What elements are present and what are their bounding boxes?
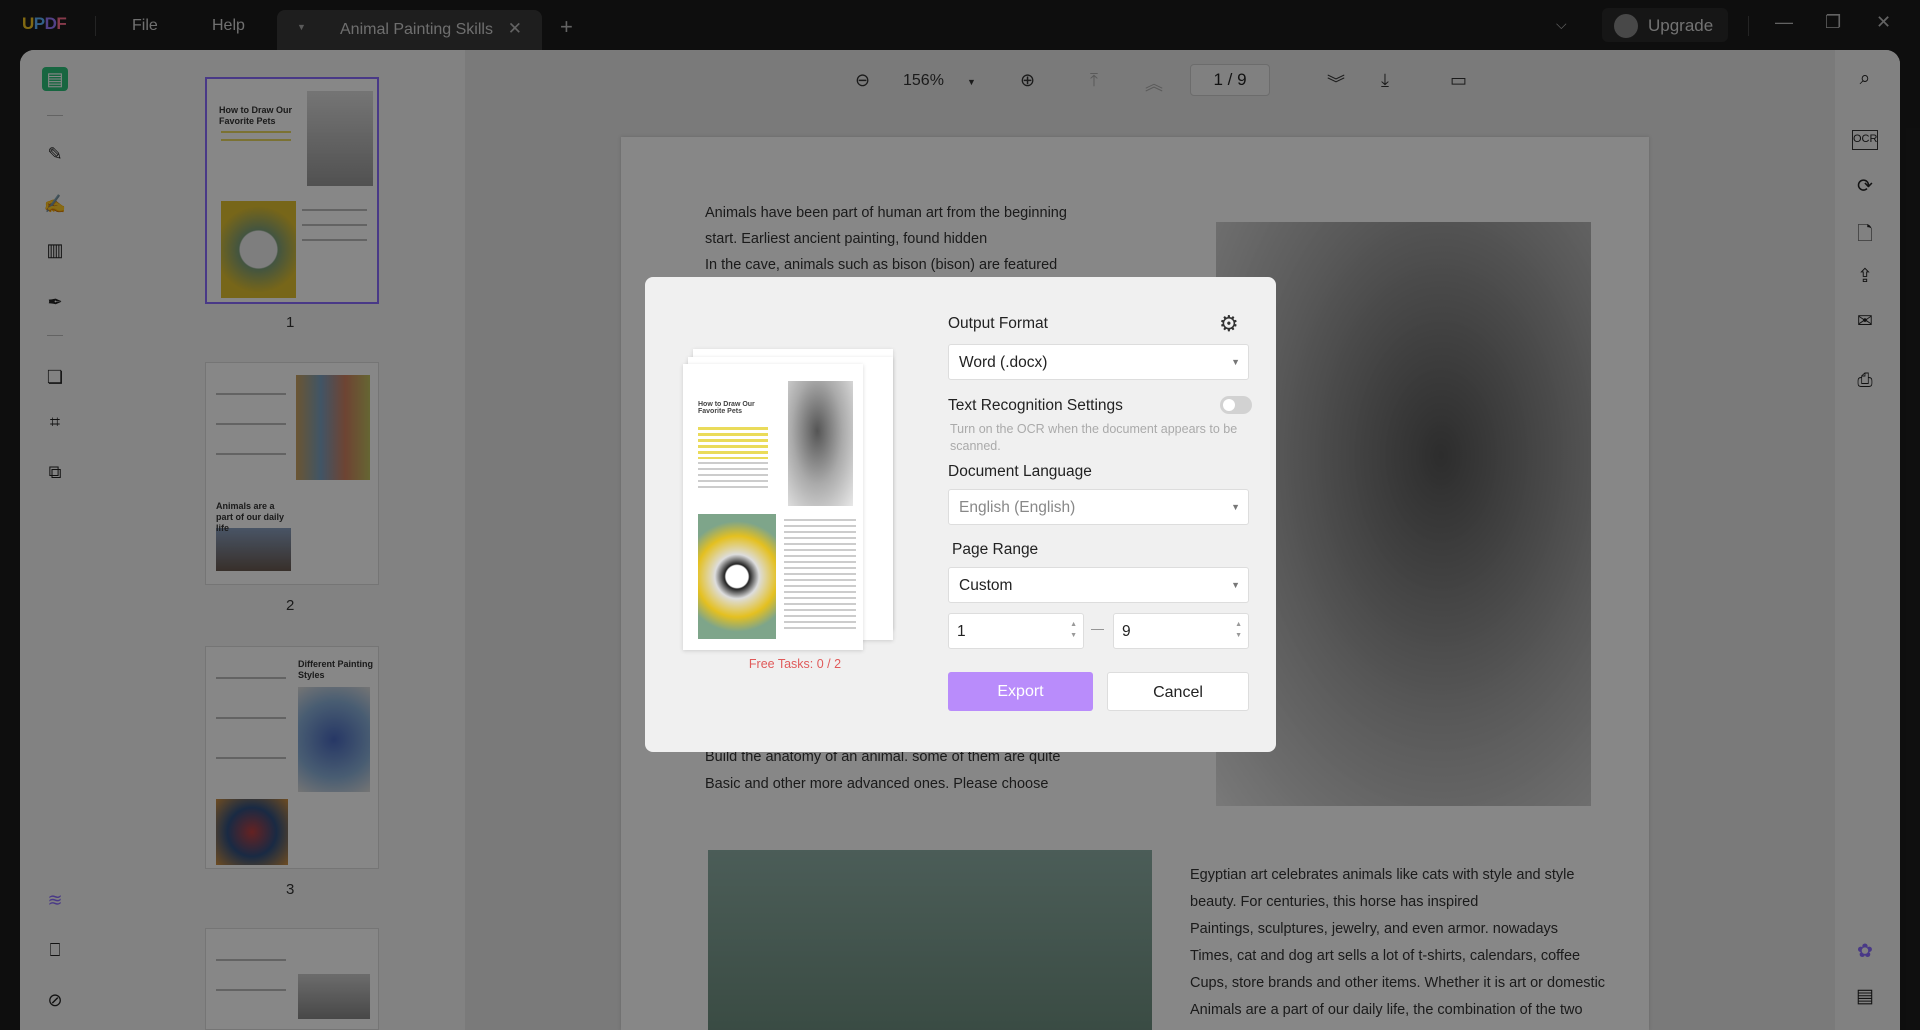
settings-gear-icon[interactable]: ⚙ [1219,311,1239,337]
document-language-label: Document Language [948,463,1092,480]
page-range-label: Page Range [952,541,1039,558]
range-from-value: 1 [957,623,966,640]
dropdown-caret-icon: ▼ [1231,357,1240,367]
document-language-select[interactable]: English (English) ▼ [948,489,1249,525]
ocr-hint: Turn on the OCR when the document appear… [950,422,1238,453]
export-dialog: How to Draw Our Favorite Pets Free Tasks… [645,277,1276,752]
output-format-value: Word (.docx) [959,354,1048,371]
ocr-toggle[interactable] [1220,396,1252,414]
dropdown-caret-icon: ▼ [1231,580,1240,590]
page-range-value: Custom [959,577,1013,594]
cancel-button[interactable]: Cancel [1107,672,1249,711]
stepper-icon[interactable]: ▲ ▼ [1070,619,1077,641]
dropdown-caret-icon: ▼ [1231,502,1240,512]
preview-page: How to Draw Our Favorite Pets [683,364,863,650]
output-format-label: Output Format [948,315,1048,332]
output-format-select[interactable]: Word (.docx) ▼ [948,344,1249,380]
preview-title: How to Draw Our Favorite Pets [698,401,755,415]
language-value: English (English) [959,499,1076,516]
range-to-value: 9 [1122,623,1131,640]
export-button[interactable]: Export [948,672,1093,711]
ocr-settings-label: Text Recognition Settings [948,397,1123,414]
page-range-select[interactable]: Custom ▼ [948,567,1249,603]
range-dash: — [1091,621,1104,636]
range-to-input[interactable]: 9 ▲ ▼ [1113,613,1249,649]
stepper-icon[interactable]: ▲ ▼ [1235,619,1242,641]
range-from-input[interactable]: 1 ▲ ▼ [948,613,1084,649]
free-tasks-counter: Free Tasks: 0 / 2 [748,657,842,671]
